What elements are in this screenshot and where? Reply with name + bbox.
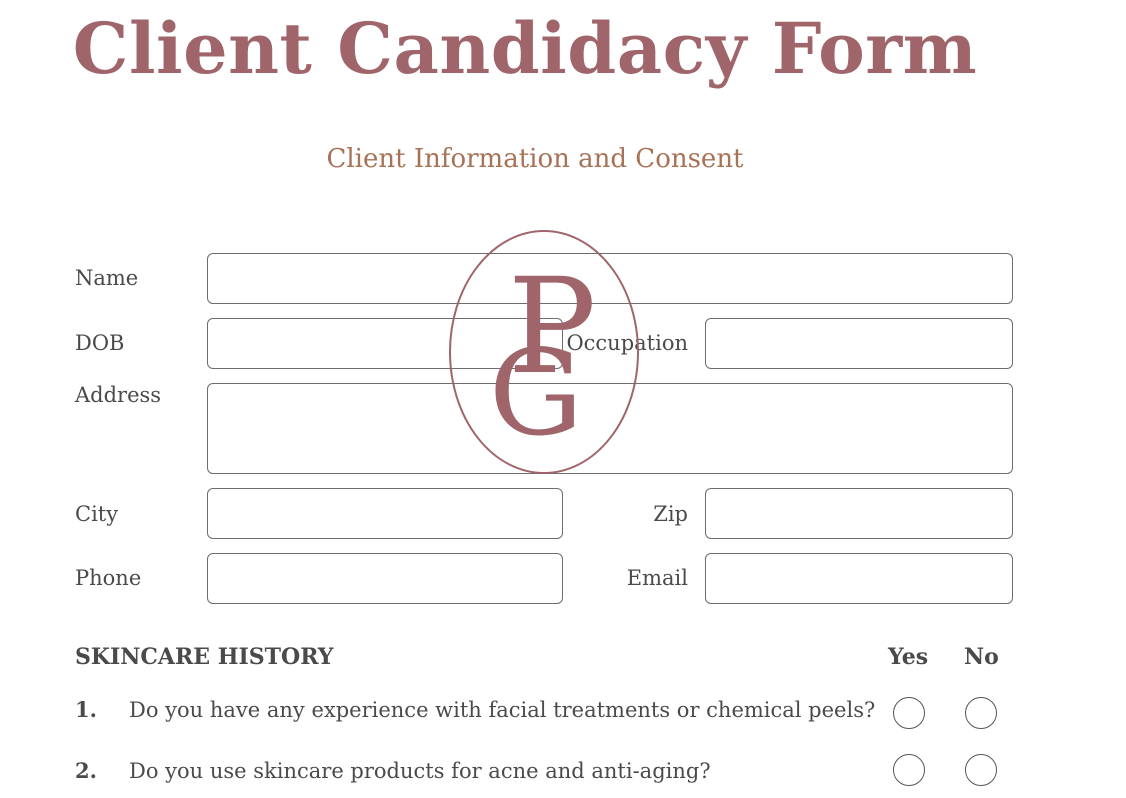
question-number: 2. bbox=[75, 758, 97, 783]
no-column-header: No bbox=[964, 644, 999, 670]
address-label: Address bbox=[75, 383, 162, 407]
city-field[interactable] bbox=[207, 488, 563, 539]
question-number: 1. bbox=[75, 697, 97, 722]
dob-field[interactable] bbox=[207, 318, 563, 369]
city-label: City bbox=[75, 502, 119, 526]
dob-label: DOB bbox=[75, 331, 125, 355]
page-subtitle: Client Information and Consent bbox=[326, 144, 744, 174]
question-2-no-radio[interactable] bbox=[965, 754, 997, 786]
occupation-field[interactable] bbox=[705, 318, 1013, 369]
question-1-no-radio[interactable] bbox=[965, 697, 997, 729]
yes-column-header: Yes bbox=[888, 644, 929, 670]
question-1-yes-radio[interactable] bbox=[893, 697, 925, 729]
skincare-history-heading: SKINCARE HISTORY bbox=[75, 644, 334, 670]
question-text: Do you use skincare products for acne an… bbox=[129, 759, 711, 783]
email-field[interactable] bbox=[705, 553, 1013, 604]
phone-field[interactable] bbox=[207, 553, 563, 604]
zip-label: Zip bbox=[653, 502, 688, 526]
address-field[interactable] bbox=[207, 383, 1013, 474]
zip-field[interactable] bbox=[705, 488, 1013, 539]
phone-label: Phone bbox=[75, 566, 142, 590]
occupation-label: Occupation bbox=[566, 331, 688, 355]
name-field[interactable] bbox=[207, 253, 1013, 304]
name-label: Name bbox=[75, 266, 139, 290]
page-title: Client Candidacy Form bbox=[72, 7, 978, 90]
email-label: Email bbox=[626, 566, 688, 590]
question-2-yes-radio[interactable] bbox=[893, 754, 925, 786]
question-text: Do you have any experience with facial t… bbox=[129, 698, 876, 722]
